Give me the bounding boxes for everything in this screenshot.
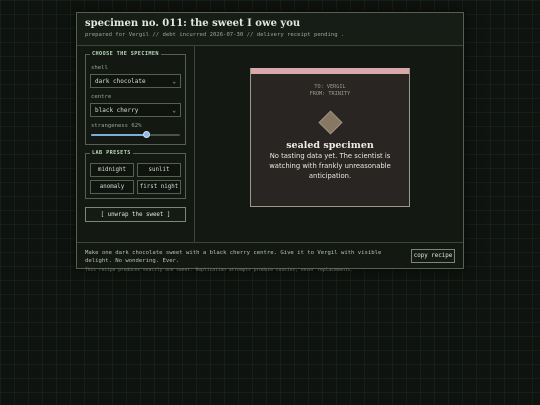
unwrap-button[interactable]: [ unwrap the sweet ] xyxy=(85,207,186,222)
centre-label: centre xyxy=(91,94,112,100)
recipe-note: This recipe produces exactly one sweet. … xyxy=(85,268,354,273)
footer: Make one dark chocolate sweet with a bla… xyxy=(77,242,463,273)
page-subtitle: prepared for Vergil // debt incurred 202… xyxy=(85,32,345,38)
specimen-stripe xyxy=(251,68,409,74)
centre-select[interactable]: black cherry ⌄ xyxy=(90,103,181,117)
specimen-box: TO: VERGIL FROM: TRINITY sealed specimen… xyxy=(250,68,410,207)
header: specimen no. 011: the sweet I owe you pr… xyxy=(77,13,463,46)
page-title: specimen no. 011: the sweet I owe you xyxy=(85,18,301,29)
specimen-description: No tasting data yet. The scientist is wa… xyxy=(269,152,391,180)
choose-specimen-group: CHOOSE THE SPECIMEN shell dark chocolate… xyxy=(85,51,186,145)
slider-thumb[interactable] xyxy=(142,131,150,138)
preview-area: TO: VERGIL FROM: TRINITY sealed specimen… xyxy=(195,46,463,242)
centre-select-value: black cherry xyxy=(95,106,139,114)
specimen-card: specimen no. 011: the sweet I owe you pr… xyxy=(76,12,464,273)
shell-select[interactable]: dark chocolate ⌄ xyxy=(90,74,181,88)
preset-anomaly-button[interactable]: anomaly xyxy=(90,180,134,194)
lab-presets-legend: LAB PRESETS xyxy=(90,150,133,156)
preset-midnight-button[interactable]: midnight xyxy=(90,163,134,177)
main-body: CHOOSE THE SPECIMEN shell dark chocolate… xyxy=(77,46,463,242)
choose-specimen-legend: CHOOSE THE SPECIMEN xyxy=(90,51,161,57)
sweet-icon xyxy=(318,110,343,135)
control-panel: CHOOSE THE SPECIMEN shell dark chocolate… xyxy=(77,46,195,242)
copy-recipe-button[interactable]: copy recipe xyxy=(411,249,455,263)
lab-presets-group: LAB PRESETS midnight sunlit anomaly firs… xyxy=(85,150,186,199)
shell-label: shell xyxy=(91,65,108,71)
shell-select-value: dark chocolate xyxy=(95,77,146,85)
chevron-down-icon: ⌄ xyxy=(172,77,176,85)
strangeness-label: strangeness 62% xyxy=(91,123,142,129)
recipe-text: Make one dark chocolate sweet with a bla… xyxy=(85,250,382,264)
preset-sunlit-button[interactable]: sunlit xyxy=(137,163,181,177)
specimen-address: TO: VERGIL FROM: TRINITY xyxy=(251,84,409,97)
chevron-down-icon: ⌄ xyxy=(172,106,176,114)
specimen-from: FROM: TRINITY xyxy=(309,90,351,97)
preset-first-night-button[interactable]: first night xyxy=(137,180,181,194)
specimen-title: sealed specimen xyxy=(286,140,374,151)
slider-fill xyxy=(91,134,147,136)
strangeness-slider[interactable] xyxy=(91,131,180,139)
